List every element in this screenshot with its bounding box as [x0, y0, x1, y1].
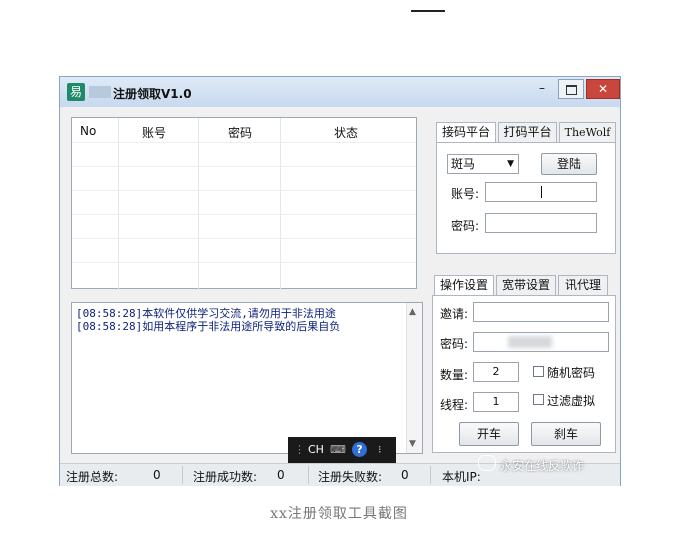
login-button[interactable]: 登陆 — [541, 153, 597, 175]
tab-xun-proxy[interactable]: 讯代理 — [558, 275, 608, 295]
row-divider — [72, 190, 416, 191]
random-password-label[interactable]: 随机密码 — [547, 364, 595, 381]
row-divider — [72, 214, 416, 215]
start-button[interactable]: 开车 — [459, 422, 519, 446]
maximize-button[interactable] — [558, 79, 584, 99]
top-divider — [411, 10, 445, 12]
settings-panel: 邀请: 密码: 数量: 2 随机密码 线程: 1 过滤虚拟 开车 刹车 — [432, 295, 616, 453]
scroll-down-icon[interactable]: ▼ — [409, 439, 416, 449]
threads-input[interactable]: 1 — [473, 392, 519, 412]
ime-options-icon[interactable]: ⁝ — [378, 437, 382, 463]
scroll-up-icon[interactable]: ▲ — [409, 307, 416, 317]
threads-label: 线程: — [440, 398, 469, 412]
fail-label: 注册失败数: — [318, 470, 383, 484]
row-divider — [72, 166, 416, 167]
app-icon: 易 — [67, 83, 85, 101]
ime-toolbar[interactable]: ⋮ CH ⌨ ? ⁝ — [288, 437, 396, 463]
tab-broadband-settings[interactable]: 宽带设置 — [496, 275, 556, 295]
filter-virtual-checkbox[interactable] — [533, 394, 544, 405]
quantity-input[interactable]: 2 — [473, 362, 519, 382]
help-icon[interactable]: ? — [352, 442, 367, 457]
total-value: 0 — [153, 468, 161, 482]
minimize-button[interactable]: – — [530, 79, 554, 99]
column-header-password[interactable]: 密码 — [228, 124, 252, 141]
tab-operation-settings[interactable]: 操作设置 — [434, 275, 494, 296]
fail-value: 0 — [401, 468, 409, 482]
settings-password-label: 密码: — [440, 337, 469, 351]
random-password-checkbox[interactable] — [533, 366, 544, 377]
column-divider — [280, 118, 281, 290]
platform-tabs: 接码平台 打码平台 TheWolf — [436, 122, 616, 143]
status-separator — [182, 466, 183, 484]
log-line: [08:58:28]如用本程序于非法用途所导致的后果自负 — [76, 320, 341, 333]
success-value: 0 — [277, 468, 285, 482]
quantity-label: 数量: — [440, 368, 469, 382]
password-redaction — [508, 336, 552, 348]
invite-input[interactable] — [473, 302, 609, 322]
column-divider — [118, 118, 119, 290]
keyboard-icon[interactable]: ⌨ — [330, 437, 346, 463]
column-header-status[interactable]: 状态 — [334, 124, 358, 141]
invite-label: 邀请: — [440, 307, 469, 321]
maximize-icon — [565, 85, 577, 95]
close-button[interactable]: ✕ — [586, 79, 620, 99]
watermark-logo-icon — [478, 455, 496, 471]
title-redaction — [89, 86, 111, 98]
account-input[interactable] — [485, 182, 597, 202]
tab-captcha-platform[interactable]: 打码平台 — [498, 122, 557, 142]
chevron-down-icon: ▼ — [507, 159, 514, 169]
platform-password-label: 密码: — [451, 219, 480, 233]
accounts-table[interactable]: No 账号 密码 状态 — [71, 117, 417, 290]
tab-thewolf[interactable]: TheWolf — [559, 122, 616, 142]
status-separator — [308, 466, 309, 484]
ime-grip-icon: ⋮ — [294, 443, 305, 456]
log-scrollbar[interactable]: ▲ ▼ — [406, 303, 422, 453]
settings-tabs: 操作设置 宽带设置 讯代理 — [434, 275, 616, 296]
total-label: 注册总数: — [66, 470, 119, 484]
app-window: 易 注册领取V1.0 – ✕ No 账号 密码 状态 [08:58:28]本软件… — [59, 76, 621, 486]
stop-button[interactable]: 刹车 — [531, 422, 601, 446]
row-divider — [72, 142, 416, 143]
title-bar[interactable]: 易 注册领取V1.0 – ✕ — [60, 77, 620, 107]
success-label: 注册成功数: — [193, 470, 258, 484]
platform-password-input[interactable] — [485, 213, 597, 233]
text-caret — [541, 186, 542, 198]
row-divider — [72, 262, 416, 263]
row-divider — [72, 238, 416, 239]
account-label: 账号: — [451, 187, 480, 201]
window-title: 注册领取V1.0 — [113, 87, 192, 101]
status-separator — [430, 466, 431, 484]
column-divider — [198, 118, 199, 290]
watermark-text: 永安在线反欺诈 — [500, 459, 585, 473]
log-box[interactable]: [08:58:28]本软件仅供学习交流,请勿用于非法用途 [08:58:28]如… — [71, 302, 423, 454]
settings-password-input[interactable] — [473, 332, 609, 352]
ime-mode[interactable]: CH — [308, 437, 324, 463]
image-caption: xx注册领取工具截图 — [270, 506, 408, 522]
provider-select[interactable]: 斑马 ▼ — [447, 154, 519, 174]
column-header-no[interactable]: No — [80, 124, 96, 138]
column-header-account[interactable]: 账号 — [142, 124, 166, 141]
tab-receive-code-platform[interactable]: 接码平台 — [436, 122, 496, 143]
platform-panel: 斑马 ▼ 登陆 账号: 密码: — [436, 142, 616, 254]
ip-label: 本机IP: — [442, 470, 481, 484]
provider-select-value: 斑马 — [451, 157, 476, 171]
filter-virtual-label[interactable]: 过滤虚拟 — [547, 392, 595, 409]
